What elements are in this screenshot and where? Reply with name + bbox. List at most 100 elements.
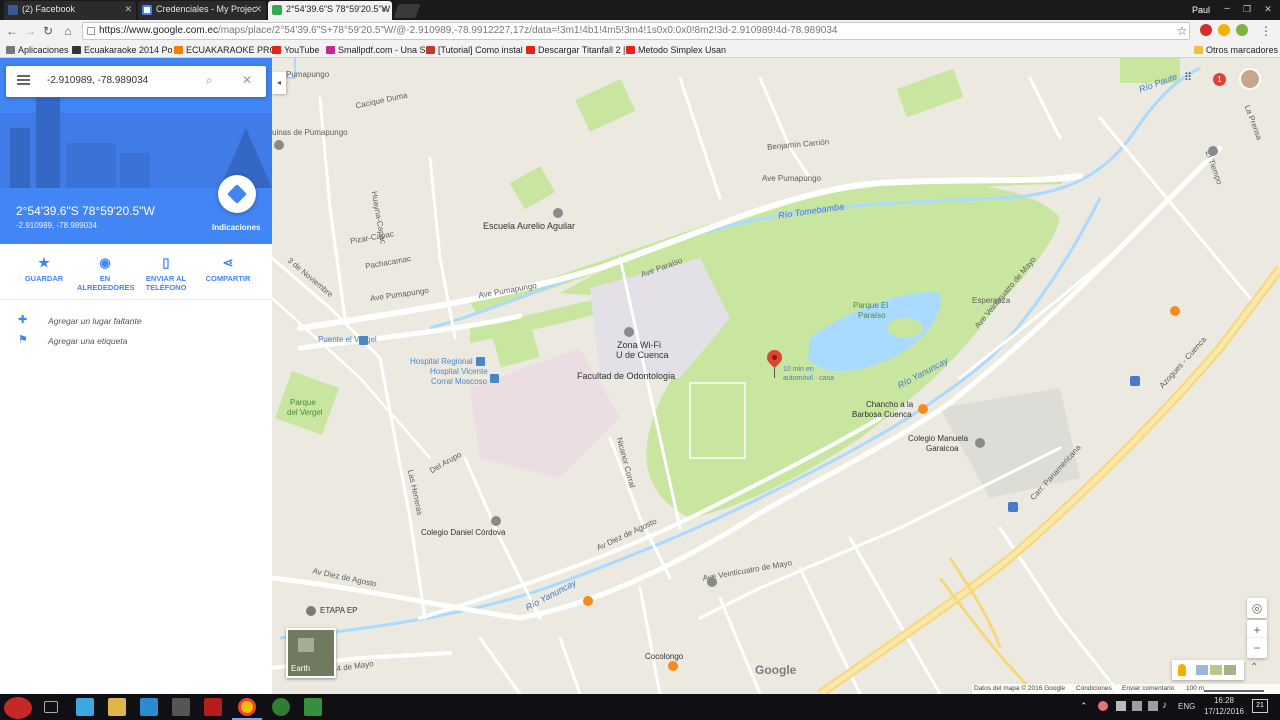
poi-chancho[interactable]: Chancho a la [866,400,913,409]
directions-button[interactable] [218,175,256,213]
feedback-link[interactable]: Enviar comentario [1122,684,1174,694]
apps-grid-icon[interactable]: ⠿ [1184,72,1196,84]
new-tab-button[interactable] [393,4,421,18]
app-icon[interactable] [140,698,158,716]
bookmark-item[interactable]: Ecuakaraoke 2014 Po [72,44,173,56]
directions-label[interactable]: Indicaciones [212,223,260,232]
ruins-icon[interactable] [274,140,284,150]
restaurant-icon[interactable] [668,661,678,671]
expand-icon[interactable]: ⌃ [1250,662,1264,678]
app-icon[interactable] [76,698,94,716]
bookmark-item[interactable]: YouTube [272,44,319,56]
earth-toggle[interactable]: Earth [286,628,336,678]
poi-chancho-2[interactable]: Barbosa Cuenca [852,410,912,419]
tab-credenciales[interactable]: Credenciales - My Projec ✕ [138,1,266,20]
notification-badge[interactable]: 1 [1213,73,1226,86]
bookmark-item[interactable]: Smallpdf.com - Una S [326,44,426,56]
my-location-icon[interactable]: ◎ [1247,598,1267,618]
minimize-icon[interactable]: – [1218,2,1236,16]
poi-hospital-3[interactable]: Corral Moscoso [431,377,487,386]
poi-cocolongo[interactable]: Cocolongo [645,652,683,661]
avatar[interactable] [1239,68,1261,90]
place-icon[interactable] [707,577,717,587]
school-icon[interactable] [491,516,501,526]
action-center-icon[interactable]: 21 [1252,699,1268,713]
close-tab-icon[interactable]: ✕ [380,1,388,18]
tray-chevron-icon[interactable]: ⌃ [1080,701,1088,712]
layer-thumb[interactable] [1196,665,1208,675]
network-icon[interactable] [1148,701,1158,711]
tab-facebook[interactable]: (2) Facebook ✕ [4,1,136,20]
poi-hospital-2[interactable]: Hospital Vicente [430,367,488,376]
close-window-icon[interactable]: ✕ [1258,2,1278,16]
school-icon[interactable] [975,438,985,448]
save-button[interactable]: ★ GUARDAR [16,256,72,284]
business-icon[interactable] [306,606,316,616]
send-to-phone-button[interactable]: ▯ ENVIAR AL TELÉFONO [138,256,194,293]
school-icon[interactable] [553,208,563,218]
clear-search-icon[interactable]: ✕ [242,73,256,87]
app-icon[interactable] [172,698,190,716]
other-bookmarks[interactable]: Otros marcadores [1194,44,1278,56]
poi-colegio-manuela-2[interactable]: Garaicoa [926,444,958,453]
poi-colegio-daniel[interactable]: Colegio Daniel Córdova [421,528,506,537]
clock-time[interactable]: 16:28 [1204,696,1244,705]
bookmark-star-icon[interactable]: ☆ [1174,23,1190,39]
restaurant-icon[interactable] [1170,306,1180,316]
zoom-out-button[interactable]: − [1247,638,1267,658]
terms-link[interactable]: Condiciones [1076,684,1112,694]
address-bar[interactable]: https://www.google.com.ec/maps/place/2°5… [82,22,1190,40]
tray-icon[interactable] [1116,701,1126,711]
layers-panel[interactable] [1172,660,1244,680]
search-box[interactable]: -2.910989, -78.989034 ⌕ ✕ [6,66,266,97]
tab-maps[interactable]: 2°54'39.6"S 78°59'20.5"W ✕ [268,1,392,20]
battery-icon[interactable] [1132,701,1142,711]
add-missing-place-link[interactable]: ✚ Agregar un lugar faltante [18,314,142,328]
volume-icon[interactable]: ♪ [1162,700,1167,711]
maximize-icon[interactable]: ❐ [1238,2,1256,16]
zoom-in-button[interactable]: + [1247,620,1267,640]
language-indicator[interactable]: ENG [1178,702,1195,711]
poi-colegio-manuela[interactable]: Colegio Manuela [908,434,968,443]
bookmark-item[interactable]: Descargar Titanfall 2 | [526,44,625,56]
hamburger-menu-icon[interactable] [17,75,30,77]
poi-etapa[interactable]: ETAPA EP [320,606,358,615]
file-explorer-icon[interactable] [108,698,126,716]
poi-facultad-odontologia[interactable]: Facultad de Odontologia [577,371,675,381]
restaurant-icon[interactable] [918,404,928,414]
search-input[interactable]: -2.910989, -78.989034 [47,75,148,86]
wifi-poi-icon[interactable] [624,327,634,337]
layer-thumb[interactable] [1224,665,1236,675]
bridge-icon[interactable] [359,336,368,345]
close-tab-icon[interactable]: ✕ [254,1,262,18]
hospital-icon[interactable] [490,374,499,383]
start-angry-birds-icon[interactable] [4,697,32,719]
bookmark-item[interactable]: [Tutorial] Como instal [426,44,523,56]
poi-escuela-aurelio[interactable]: Escuela Aurelio Aguilar [483,221,575,231]
bookmark-item[interactable]: Metodo Simplex Usan [626,44,726,56]
chrome-icon[interactable] [238,698,256,716]
extension-icon[interactable] [1200,24,1212,36]
app-icon[interactable] [304,698,322,716]
layer-thumb[interactable] [1210,665,1222,675]
app-icon[interactable] [204,698,222,716]
poi-hospital[interactable]: Hospital Regional [410,357,473,366]
poi-zona-wifi-2[interactable]: U de Cuenca [616,350,669,360]
back-icon[interactable]: ← [4,23,20,39]
pegman-icon[interactable] [1178,664,1186,676]
nearby-button[interactable]: ◉ EN ALREDEDORES [77,256,135,293]
poi-zona-wifi[interactable]: Zona Wi-Fi [617,340,661,350]
menu-icon[interactable]: ⋮ [1258,23,1274,39]
reload-icon[interactable]: ↻ [40,23,56,39]
extension-leaf-icon[interactable] [1236,24,1248,36]
app-icon[interactable] [272,698,290,716]
close-tab-icon[interactable]: ✕ [124,1,132,18]
tray-icon[interactable] [1098,701,1108,711]
forward-icon[interactable]: → [22,23,38,39]
share-button[interactable]: ⋖ COMPARTIR [200,256,256,284]
search-icon[interactable]: ⌕ [206,73,220,87]
hospital-icon[interactable] [476,357,485,366]
extension-moon-icon[interactable] [1218,24,1230,36]
restaurant-icon[interactable] [583,596,593,606]
place-icon[interactable] [1208,146,1218,156]
